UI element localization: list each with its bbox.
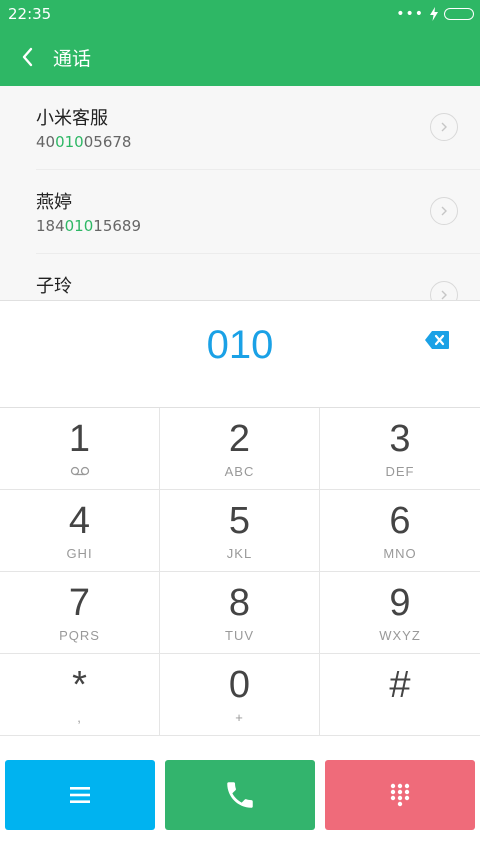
phone-icon (227, 782, 253, 808)
number-match-highlight: 010 (64, 217, 94, 235)
chevron-left-icon (22, 47, 33, 67)
charging-icon (430, 7, 438, 21)
key-digit: 1 (68, 418, 91, 460)
key-letters: ABC (224, 464, 255, 479)
chevron-right-icon (441, 122, 447, 132)
chevron-right-icon (441, 290, 447, 300)
key-letters: JKL (226, 546, 253, 561)
dial-keypad: 1 2 ABC 3 DEF 4 GHI 5 JKL 6 MNO 7 PQRS 8… (0, 408, 480, 738)
key-letters: GHI (66, 546, 93, 561)
key-digit: 0 (228, 664, 251, 706)
contact-name: 小米客服 (36, 108, 108, 129)
contact-detail-button[interactable] (430, 197, 458, 225)
contact-result-item[interactable]: 小米客服 4001005678 (0, 86, 480, 170)
chevron-right-icon (441, 206, 447, 216)
key-star[interactable]: * , (0, 654, 160, 736)
key-8[interactable]: 8 TUV (160, 572, 320, 654)
backspace-icon (425, 331, 449, 349)
contact-name: 子玲 (36, 276, 72, 297)
page-title: 通话 (53, 48, 92, 70)
key-letters: WXYZ (379, 628, 421, 643)
key-6[interactable]: 6 MNO (320, 490, 480, 572)
contact-result-item[interactable]: 燕婷 18401015689 (0, 170, 480, 254)
key-digit: 6 (389, 500, 411, 542)
dialpad-toggle-button[interactable] (325, 760, 475, 830)
key-letters: PQRS (59, 628, 100, 643)
dial-input-area: 010 (0, 300, 480, 408)
key-letters: TUV (225, 628, 254, 643)
key-hash[interactable]: # (320, 654, 480, 736)
contact-detail-button[interactable] (430, 281, 458, 300)
contact-results-list[interactable]: 小米客服 4001005678 燕婷 18401015689 子玲 (0, 86, 480, 300)
key-2[interactable]: 2 ABC (160, 408, 320, 490)
key-digit: # (389, 664, 411, 706)
menu-button[interactable] (5, 760, 155, 830)
backspace-button[interactable] (424, 330, 450, 350)
key-digit: 9 (389, 582, 411, 624)
key-3[interactable]: 3 DEF (320, 408, 480, 490)
status-time: 22:35 (8, 5, 52, 23)
more-notifications-icon: ••• (396, 6, 424, 22)
contact-result-item[interactable]: 子玲 (0, 254, 480, 300)
key-7[interactable]: 7 PQRS (0, 572, 160, 654)
key-digit: 5 (228, 500, 251, 542)
key-1[interactable]: 1 (0, 408, 160, 490)
dialed-number[interactable]: 010 (0, 323, 480, 368)
key-5[interactable]: 5 JKL (160, 490, 320, 572)
status-icons: ••• (396, 6, 474, 22)
key-digit: 3 (389, 418, 411, 460)
contact-number: 18401015689 (36, 217, 141, 235)
back-button[interactable] (14, 42, 44, 72)
key-letters: DEF (385, 464, 415, 479)
key-letters: + (235, 710, 244, 725)
voicemail-icon (70, 466, 90, 476)
bottom-action-bar (0, 738, 480, 853)
number-match-highlight: 010 (55, 133, 84, 151)
menu-icon (70, 787, 90, 803)
key-9[interactable]: 9 WXYZ (320, 572, 480, 654)
key-digit: 4 (68, 500, 91, 542)
dialpad-icon (390, 783, 410, 807)
app-bar: 通话 (0, 28, 480, 86)
status-bar: 22:35 ••• (0, 0, 480, 28)
key-letters: , (77, 710, 82, 725)
contact-name: 燕婷 (36, 192, 72, 213)
call-button[interactable] (165, 760, 315, 830)
key-digit: * (72, 664, 87, 706)
battery-icon (444, 8, 474, 20)
key-letters: MNO (383, 546, 417, 561)
key-digit: 7 (68, 582, 91, 624)
contact-detail-button[interactable] (430, 113, 458, 141)
key-digit: 8 (228, 582, 251, 624)
key-digit: 2 (228, 418, 251, 460)
key-4[interactable]: 4 GHI (0, 490, 160, 572)
key-0[interactable]: 0 + (160, 654, 320, 736)
contact-number: 4001005678 (36, 133, 132, 151)
